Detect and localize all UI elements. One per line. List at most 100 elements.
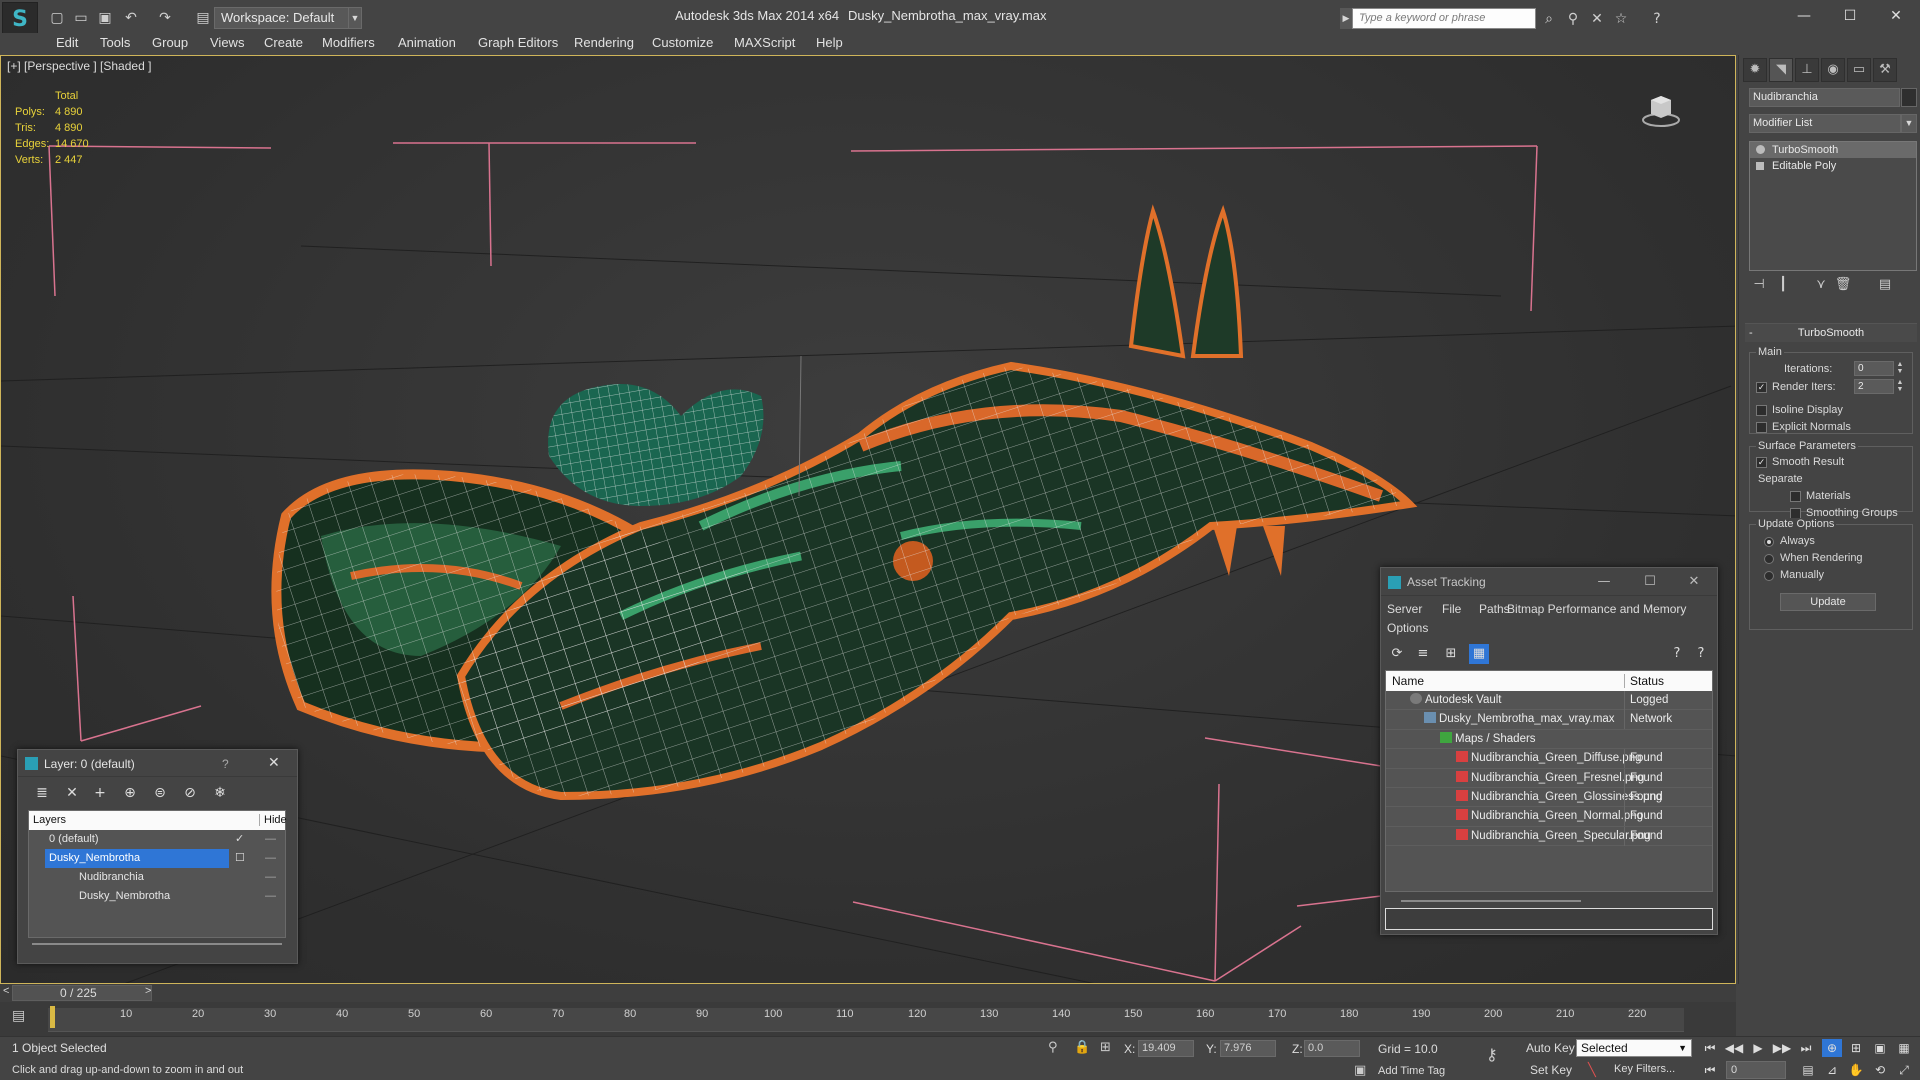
maximize-icon[interactable]: ☐ — [1635, 572, 1665, 592]
close-icon[interactable]: ✕ — [1876, 4, 1916, 28]
menu-modifiers[interactable]: Modifiers — [322, 35, 375, 50]
prev-frame-icon[interactable]: < — [3, 985, 9, 997]
new-file-icon[interactable]: ▢ — [48, 9, 66, 27]
open-file-icon[interactable]: ▭ — [72, 9, 90, 27]
next-frame-icon[interactable]: ▶▶ — [1772, 1039, 1792, 1057]
tree-view-icon[interactable]: ⊞ — [1441, 644, 1461, 664]
menu-graph-editors[interactable]: Graph Editors — [478, 35, 558, 50]
subscription-icon[interactable]: ✕ — [1588, 10, 1606, 28]
modifier-list-dropdown[interactable]: Modifier List — [1749, 114, 1901, 133]
menu-customize[interactable]: Customize — [652, 35, 713, 50]
asset-menu-options[interactable]: Options — [1387, 621, 1428, 635]
key-icon[interactable]: ⚷ — [1486, 1045, 1498, 1064]
search-input[interactable]: Type a keyword or phrase — [1352, 8, 1536, 29]
remove-modifier-icon[interactable]: 🗑 — [1833, 275, 1853, 295]
mini-curve-editor-icon[interactable]: ▤ — [12, 1008, 25, 1024]
stack-item-turbosmooth[interactable]: TurboSmooth — [1750, 142, 1916, 158]
spinner-arrows-icon[interactable]: ▲ ▼ — [1896, 361, 1904, 376]
hierarchy-tab-icon[interactable]: ⊥ — [1795, 58, 1819, 82]
column-header-name[interactable]: Name — [1392, 674, 1424, 688]
play-icon[interactable]: ▶ — [1748, 1039, 1768, 1057]
asset-row[interactable]: Nudibranchia_Green_Glossiness.png Found — [1386, 787, 1712, 808]
asset-row[interactable]: Autodesk Vault Logged — [1386, 691, 1712, 711]
current-frame-marker[interactable] — [50, 1006, 55, 1028]
horizontal-scrollbar[interactable] — [1401, 900, 1581, 902]
update-button[interactable]: Update — [1780, 593, 1876, 611]
materials-checkbox[interactable] — [1790, 491, 1801, 502]
column-header-hide[interactable]: Hide — [259, 814, 287, 826]
help-icon[interactable]: ? — [1648, 10, 1666, 28]
asset-menu-file[interactable]: File — [1442, 602, 1461, 616]
help-icon[interactable]: ? — [1667, 644, 1687, 664]
menu-help[interactable]: Help — [816, 35, 843, 50]
track-bar-ruler[interactable]: 10 20 30 40 50 60 70 80 90 100 110 120 1… — [48, 1008, 1684, 1032]
list-view-icon[interactable]: ≡ — [1413, 644, 1433, 664]
time-tag-icon[interactable]: ▣ — [1354, 1063, 1366, 1078]
zoom-extents-all-icon[interactable]: ▦ — [1894, 1039, 1914, 1057]
orbit-icon[interactable]: ⟲ — [1870, 1061, 1890, 1079]
add-to-layer-icon[interactable]: + — [90, 783, 110, 803]
project-folder-icon[interactable]: ▤ — [194, 9, 212, 27]
go-to-start-icon[interactable]: ⏮ — [1700, 1039, 1720, 1057]
hide-toggle-icon[interactable]: — — [265, 830, 276, 849]
close-icon[interactable]: ✕ — [1679, 572, 1709, 592]
hide-toggle-icon[interactable]: — — [265, 868, 276, 887]
z-coord-field[interactable]: 0.0 — [1304, 1040, 1360, 1057]
x-coord-field[interactable]: 19.409 — [1138, 1040, 1194, 1057]
menu-animation[interactable]: Animation — [398, 35, 456, 50]
add-time-tag[interactable]: Add Time Tag — [1378, 1065, 1445, 1077]
layer-row[interactable]: Nudibranchia — — [29, 868, 285, 887]
manually-radio[interactable] — [1764, 571, 1774, 581]
horizontal-scrollbar[interactable] — [32, 943, 282, 945]
show-end-result-icon[interactable]: ┃ — [1773, 275, 1793, 295]
layer-row[interactable]: 0 (default) ✓ — — [29, 830, 285, 849]
motion-tab-icon[interactable]: ◉ — [1821, 58, 1845, 82]
always-radio[interactable] — [1764, 537, 1774, 547]
asset-menu-server[interactable]: Server — [1387, 602, 1422, 616]
make-unique-icon[interactable]: ⋎ — [1811, 275, 1831, 295]
minimize-icon[interactable]: — — [1589, 572, 1619, 592]
workspace-dropdown[interactable]: Workspace: Default — [214, 7, 362, 29]
search-expand-icon[interactable]: ▶ — [1340, 8, 1352, 29]
layer-row[interactable]: Dusky_Nembrotha — — [29, 887, 285, 906]
refresh-icon[interactable]: ⟳ — [1387, 644, 1407, 664]
iterations-spinner[interactable]: 0 — [1854, 361, 1894, 376]
freeze-all-icon[interactable]: ❄ — [210, 783, 230, 803]
asset-path-field[interactable] — [1385, 908, 1713, 930]
current-frame-field[interactable]: 0 — [1726, 1061, 1786, 1079]
asset-row[interactable]: Nudibranchia_Green_Normal.png Found — [1386, 807, 1712, 827]
lightbulb-icon[interactable] — [1756, 145, 1765, 154]
asset-row[interactable]: Nudibranchia_Green_Diffuse.png Found — [1386, 749, 1712, 769]
delete-layer-icon[interactable]: ✕ — [62, 783, 82, 803]
set-key-button[interactable]: Set Key — [1530, 1063, 1572, 1077]
smooth-result-checkbox[interactable]: ✓ — [1756, 457, 1767, 468]
minimize-icon[interactable]: — — [1784, 4, 1824, 28]
menu-create[interactable]: Create — [264, 35, 303, 50]
maximize-viewport-icon[interactable]: ⤢ — [1894, 1061, 1914, 1079]
isoline-checkbox[interactable] — [1756, 405, 1767, 416]
hide-toggle-icon[interactable]: — — [265, 887, 276, 906]
help-tip-icon[interactable]: ? — [1691, 644, 1711, 664]
modify-tab-icon[interactable]: ◥ — [1769, 58, 1793, 82]
pin-stack-icon[interactable]: ⊣ — [1749, 275, 1769, 295]
favorites-star-icon[interactable]: ☆ — [1612, 10, 1630, 28]
asset-row[interactable]: Dusky_Nembrotha_max_vray.max Network — [1386, 710, 1712, 730]
asset-dialog-titlebar[interactable]: Asset Tracking — ☐ ✕ — [1381, 568, 1717, 596]
spinner-arrows-icon[interactable]: ▲ ▼ — [1896, 379, 1904, 394]
field-of-view-icon[interactable]: ⊿ — [1822, 1061, 1842, 1079]
binoculars-icon[interactable]: ⌕ — [1540, 10, 1558, 28]
rollout-header[interactable]: - TurboSmooth — [1745, 324, 1917, 342]
render-iters-spinner[interactable]: 2 — [1854, 379, 1894, 394]
stack-item-editable-poly[interactable]: Editable Poly — [1750, 158, 1916, 174]
configure-sets-icon[interactable]: ▤ — [1875, 275, 1895, 295]
time-configuration-icon[interactable]: ▤ — [1798, 1061, 1818, 1079]
menu-group[interactable]: Group — [152, 35, 188, 50]
viewcube-icon[interactable] — [1641, 90, 1681, 130]
create-tab-icon[interactable]: ✹ — [1743, 58, 1767, 82]
transform-mode-icon[interactable]: ⊞ — [1100, 1040, 1111, 1055]
menu-edit[interactable]: Edit — [56, 35, 78, 50]
asset-row[interactable]: Nudibranchia_Green_Specular.png Found — [1386, 826, 1712, 847]
zoom-all-icon[interactable]: ⊞ — [1846, 1039, 1866, 1057]
y-coord-field[interactable]: 7.976 — [1220, 1040, 1276, 1057]
viewport-label[interactable]: [+] [Perspective ] [Shaded ] — [7, 59, 151, 73]
